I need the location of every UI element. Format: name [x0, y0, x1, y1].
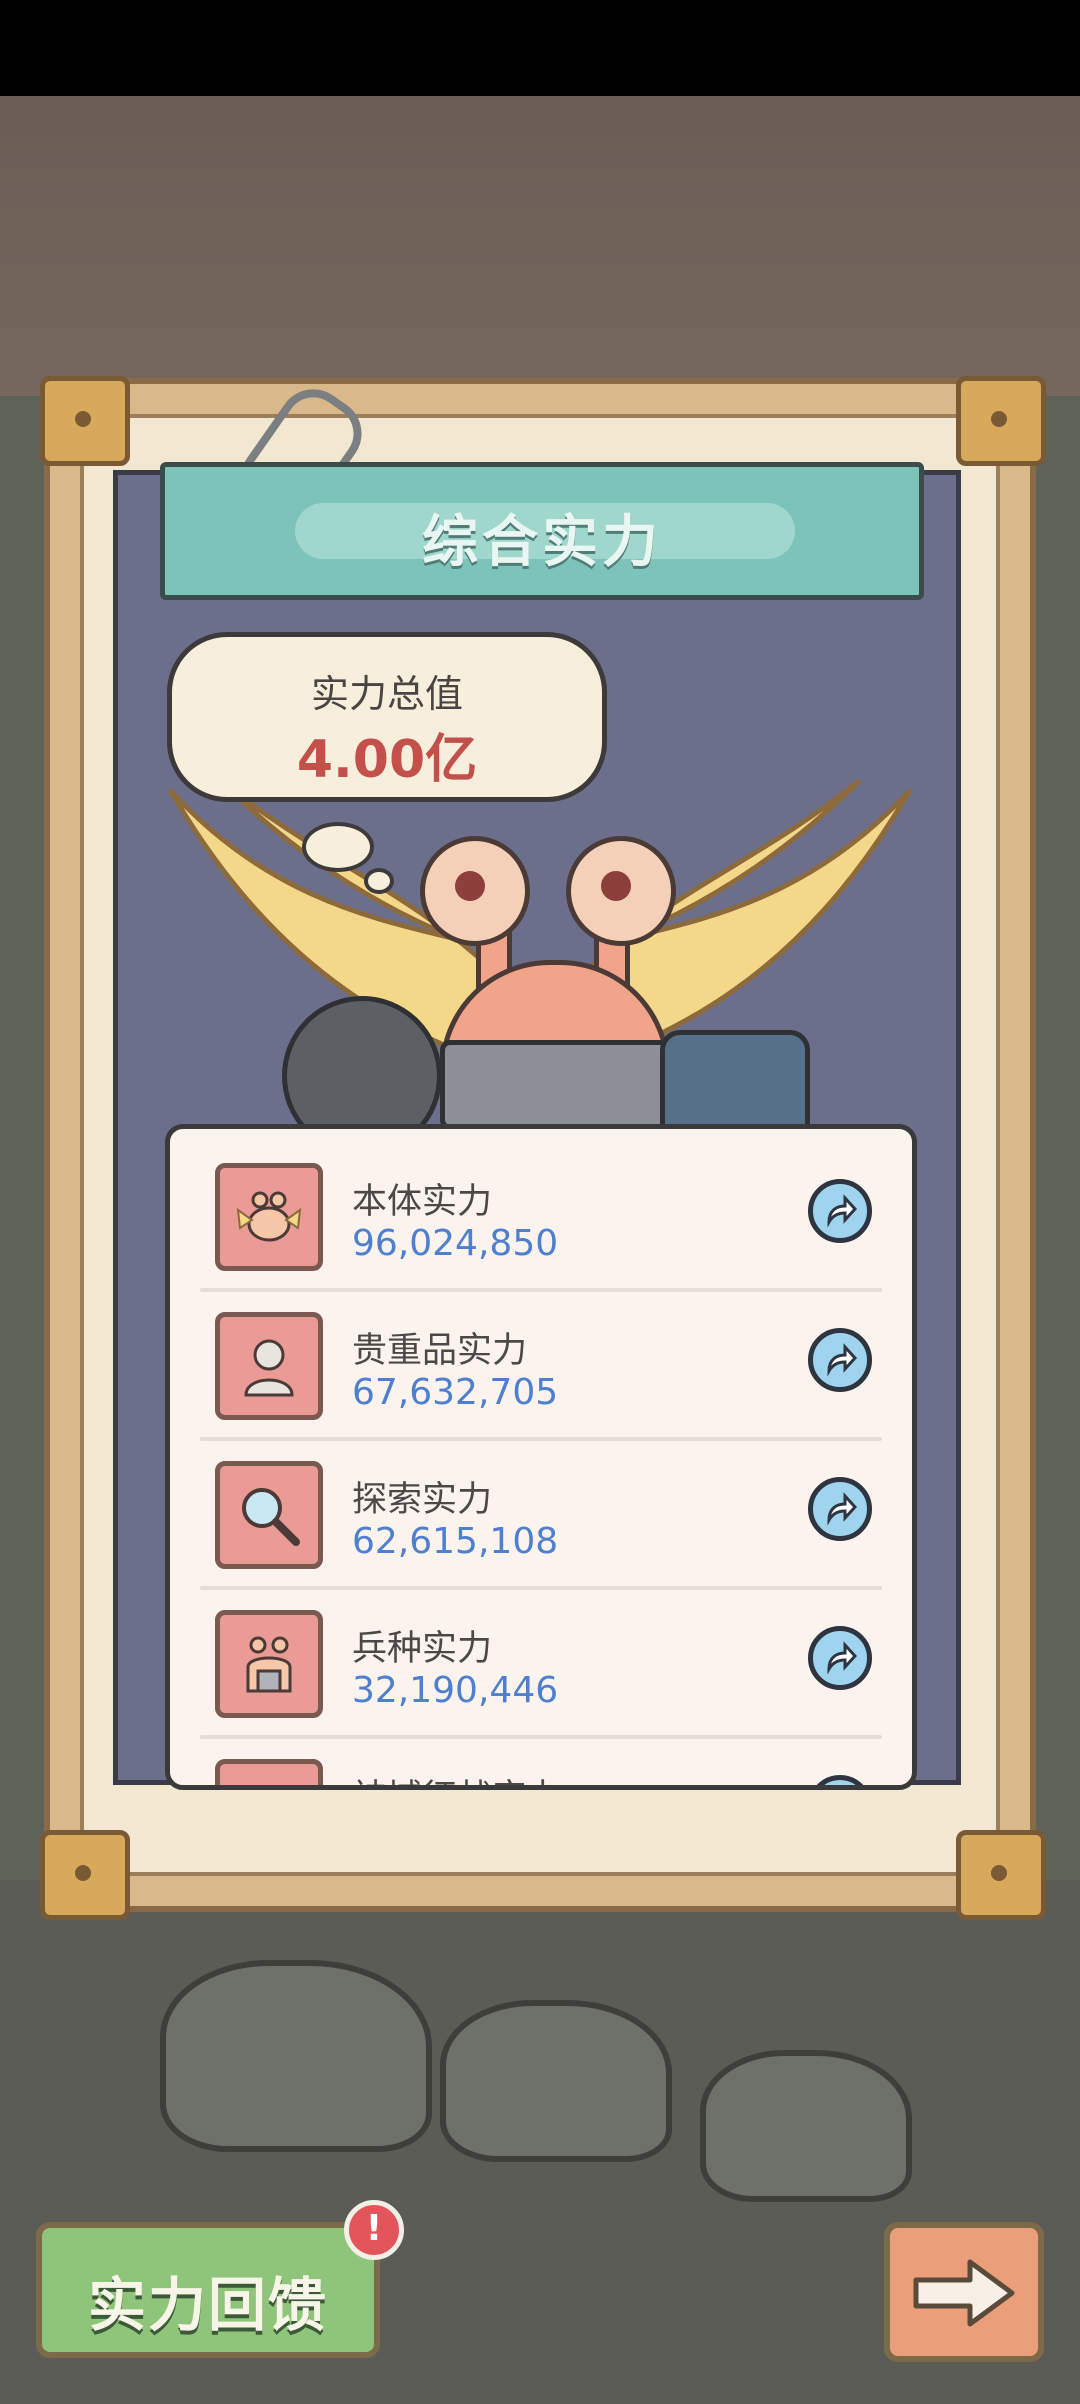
- stat-title: 神域征战实力: [352, 1769, 562, 1785]
- total-value: 4.00亿: [296, 730, 478, 790]
- stat-value: 67,632,705: [352, 1372, 559, 1413]
- stat-title: 贵重品实力: [352, 1331, 528, 1371]
- thought-bubble-dot: [364, 868, 394, 894]
- jump-arrow-button[interactable]: [808, 1179, 872, 1243]
- list-item: 本体实力 96,024,850: [170, 1129, 912, 1278]
- page-title: 综合实力: [422, 510, 662, 575]
- magnifier-icon: [215, 1461, 323, 1569]
- jump-arrow-button[interactable]: [808, 1775, 872, 1785]
- stat-value: 32,190,446: [352, 1670, 559, 1711]
- board-corner: [40, 376, 130, 466]
- jump-arrow-button[interactable]: [808, 1626, 872, 1690]
- next-button[interactable]: [884, 2222, 1044, 2362]
- stat-title: 探索实力: [352, 1480, 493, 1520]
- status-bar: [0, 0, 1080, 96]
- list-item: 探索实力 62,615,108: [170, 1427, 912, 1576]
- total-strength-bubble: 实力总值 4.00亿: [167, 632, 607, 802]
- board-corner: [40, 1830, 130, 1920]
- rock-decoration: [440, 2000, 672, 2162]
- jump-arrow-button[interactable]: [808, 1328, 872, 1392]
- arrow-right-icon: [913, 2259, 1015, 2327]
- rock-decoration: [160, 1960, 432, 2152]
- strength-feedback-button[interactable]: 实力回馈: [36, 2222, 380, 2358]
- bust-statue-icon: [215, 1312, 323, 1420]
- soldier-snail-icon: [215, 1610, 323, 1718]
- list-item: 兵种实力 32,190,446: [170, 1576, 912, 1725]
- rock-decoration: [700, 2050, 912, 2202]
- helmet-icon: [440, 1040, 670, 1130]
- jump-arrow-button[interactable]: [808, 1477, 872, 1541]
- title-banner: 综合实力: [160, 462, 924, 600]
- list-item: 神域征战实力: [170, 1725, 912, 1785]
- total-label: 实力总值: [310, 672, 463, 716]
- stat-title: 兵种实力: [352, 1629, 493, 1669]
- list-item: 贵重品实力 67,632,705: [170, 1278, 912, 1427]
- board-corner: [956, 1830, 1046, 1920]
- winged-snail-icon: [215, 1163, 323, 1271]
- partial-icon: [215, 1759, 323, 1785]
- strength-list[interactable]: 本体实力 96,024,850 贵重品实力 67,632,705 探索实力 62…: [165, 1124, 917, 1790]
- feedback-label: 实力回馈: [87, 2271, 328, 2339]
- alert-badge: !: [344, 2200, 404, 2260]
- stat-value: 96,024,850: [352, 1223, 559, 1264]
- board-corner: [956, 376, 1046, 466]
- left-eye-icon: [420, 836, 530, 946]
- stat-value: 62,615,108: [352, 1521, 559, 1562]
- stat-title: 本体实力: [352, 1182, 493, 1222]
- thought-bubble-dot: [302, 822, 374, 872]
- right-eye-icon: [566, 836, 676, 946]
- background-scene: [0, 96, 1080, 396]
